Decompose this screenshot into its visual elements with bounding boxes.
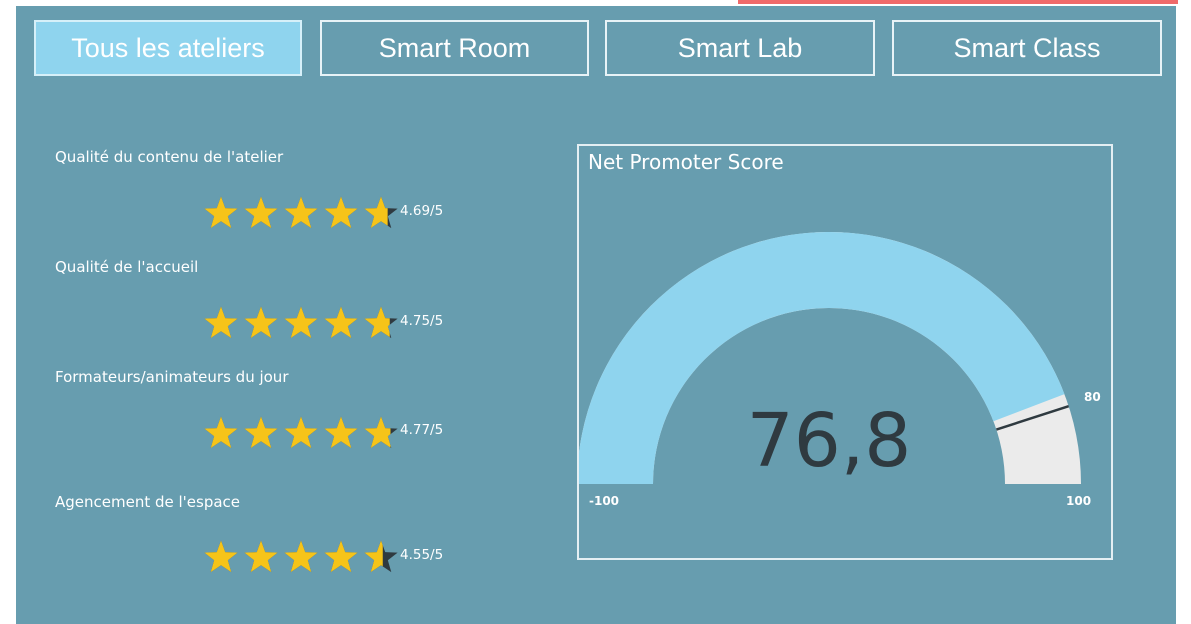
- rating-value: 4.75/5: [400, 313, 444, 329]
- gauge-target-label: 80: [1084, 390, 1101, 404]
- star-icon: [364, 306, 398, 339]
- star-rating: [204, 416, 398, 449]
- star-icon: [244, 416, 278, 449]
- gauge-max-label: 100: [1066, 494, 1091, 508]
- rating-label: Qualité du contenu de l'atelier: [55, 148, 284, 166]
- rating-value: 4.69/5: [400, 203, 444, 219]
- star-icon: [284, 196, 318, 229]
- star-icon: [204, 540, 238, 573]
- star-rating: [204, 540, 398, 573]
- rating-label: Formateurs/animateurs du jour: [55, 368, 289, 386]
- tab-smart-room[interactable]: Smart Room: [320, 20, 589, 76]
- star-icon: [284, 416, 318, 449]
- star-icon: [324, 416, 358, 449]
- star-rating: [204, 306, 398, 339]
- star-rating: [204, 196, 398, 229]
- star-icon: [204, 416, 238, 449]
- gauge-value: 76,8: [747, 398, 912, 484]
- accent-bar: [738, 0, 1178, 4]
- tab-tous-les-ateliers[interactable]: Tous les ateliers: [34, 20, 302, 76]
- nps-gauge: 76,8 -100 100 80: [579, 231, 1101, 508]
- star-icon: [324, 196, 358, 229]
- star-icon: [284, 540, 318, 573]
- tab-smart-class[interactable]: Smart Class: [892, 20, 1162, 76]
- star-icon: [364, 416, 398, 449]
- rating-label: Agencement de l'espace: [55, 493, 241, 511]
- star-icon: [324, 306, 358, 339]
- dashboard-panel: Tous les ateliers Smart Room Smart Lab S…: [16, 6, 1176, 624]
- tab-smart-lab[interactable]: Smart Lab: [605, 20, 875, 76]
- star-icon: [364, 196, 398, 229]
- rating-value: 4.77/5: [400, 422, 444, 438]
- star-icon: [204, 196, 238, 229]
- star-icon: [244, 306, 278, 339]
- nps-gauge-card: Net Promoter Score 76,8 -100 100 80: [577, 144, 1113, 560]
- rating-value: 4.55/5: [400, 547, 444, 563]
- star-icon: [324, 540, 358, 573]
- star-icon: [284, 306, 318, 339]
- star-icon: [244, 196, 278, 229]
- rating-label: Qualité de l'accueil: [55, 258, 199, 276]
- star-icon: [364, 540, 398, 573]
- gauge-min-label: -100: [589, 494, 619, 508]
- star-icon: [244, 540, 278, 573]
- star-icon: [204, 306, 238, 339]
